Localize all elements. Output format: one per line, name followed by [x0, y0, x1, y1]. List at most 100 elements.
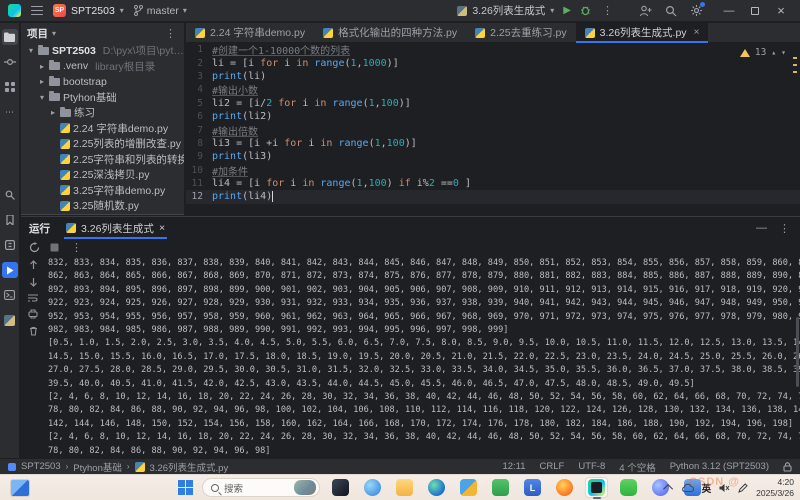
tree-item[interactable]: 3.25随机数.py: [21, 198, 184, 214]
soft-wrap-icon[interactable]: [28, 294, 38, 302]
code-line[interactable]: 3print(li): [186, 70, 800, 83]
project-panel-options-icon[interactable]: ⋮: [163, 27, 178, 40]
minimize-button[interactable]: —: [716, 0, 742, 22]
search-daily-image[interactable]: [294, 480, 316, 495]
hidden-icons-chevron[interactable]: [666, 484, 673, 491]
tree-item[interactable]: ▸bootstrap: [21, 74, 184, 90]
explorer-taskbar-button[interactable]: [393, 477, 416, 498]
pen-icon[interactable]: [738, 483, 748, 493]
tree-item[interactable]: ▾Ptyhon基础: [21, 90, 184, 106]
code-line[interactable]: 1#创建一个1-10000个数的列表: [186, 43, 800, 56]
indent-style[interactable]: 4 个空格: [619, 460, 655, 474]
tree-item[interactable]: 2.25列表的增删改查.py: [21, 136, 184, 152]
tree-item[interactable]: 3.26列表生成式.py: [21, 214, 184, 216]
editor-tab[interactable]: 2.25去重练习.py: [466, 23, 575, 42]
code-line[interactable]: 10#加条件: [186, 164, 800, 177]
code-line[interactable]: 7#输出倍数: [186, 123, 800, 136]
settings-button[interactable]: [690, 4, 703, 17]
firefox-taskbar-button[interactable]: [553, 477, 576, 498]
code-line[interactable]: 4#输出小数: [186, 83, 800, 96]
run-tool-icon[interactable]: [2, 262, 18, 278]
line-separator[interactable]: CRLF: [540, 461, 565, 472]
editor-tab[interactable]: 2.24 字符串demo.py: [186, 23, 314, 42]
search-icon[interactable]: [665, 5, 677, 17]
tree-item[interactable]: ▾SPT2503D:\pyx\项目\python\myflask…: [21, 43, 184, 59]
branch-selector[interactable]: master ▾: [134, 5, 187, 17]
python-interpreter[interactable]: Python 3.12 (SPT2503): [670, 461, 769, 472]
code-line[interactable]: 9print(li3): [186, 150, 800, 163]
close-icon[interactable]: ×: [159, 222, 165, 234]
start-button[interactable]: [178, 480, 193, 495]
run-panel-options-icon[interactable]: ⋮: [777, 222, 792, 235]
clear-all-icon[interactable]: [29, 326, 38, 336]
code-line[interactable]: 2li = [i for i in range(1,1000)]: [186, 56, 800, 69]
project-panel-title[interactable]: 项目: [27, 26, 48, 41]
print-icon[interactable]: [28, 309, 38, 319]
pycharm-taskbar-button[interactable]: [585, 477, 608, 498]
mail-taskbar-button[interactable]: [489, 477, 512, 498]
editor-tab[interactable]: 3.26列表生成式.py×: [576, 23, 709, 42]
main-menu-icon[interactable]: [31, 6, 43, 15]
terminal-tool-icon[interactable]: [2, 287, 18, 303]
breadcrumb-item[interactable]: 3.26列表生成式.py: [150, 460, 229, 474]
commit-tool-icon[interactable]: [2, 54, 18, 70]
run-configuration-selector[interactable]: 3.26列表生成式 ▾: [457, 3, 554, 18]
more-tool-windows-icon[interactable]: ⋯: [2, 104, 18, 120]
python-console-tool-icon[interactable]: [2, 312, 18, 328]
run-panel-title[interactable]: 运行: [29, 221, 50, 236]
tree-item[interactable]: ▸.venvlibrary根目录: [21, 59, 184, 75]
rerun-icon[interactable]: [29, 242, 40, 253]
clockapp-taskbar-button[interactable]: L: [521, 477, 544, 498]
stop-icon[interactable]: [50, 243, 59, 252]
services-tool-icon[interactable]: [2, 237, 18, 253]
code-editor[interactable]: 13 ▴ ▾ 1#创建一个1-10000个数的列表2li = [i for i …: [186, 43, 800, 215]
hide-panel-icon[interactable]: —: [756, 222, 767, 235]
file-encoding[interactable]: UTF-8: [578, 461, 605, 472]
wechat-taskbar-button[interactable]: [617, 477, 640, 498]
tree-item[interactable]: ▸练习: [21, 105, 184, 121]
project-selector[interactable]: SP SPT2503 ▾: [53, 4, 124, 17]
caret-position[interactable]: 12:11: [502, 461, 525, 472]
edge-taskbar-button[interactable]: [425, 477, 448, 498]
close-icon[interactable]: ×: [694, 27, 700, 38]
taskbar-clock[interactable]: 4:20 2025/3/26: [756, 477, 794, 498]
code-line[interactable]: 12print(li4): [186, 190, 800, 203]
copilot-icon: [364, 479, 381, 496]
run-tab[interactable]: 3.26列表生成式 ×: [64, 217, 167, 239]
more-actions-icon[interactable]: ⋮: [69, 241, 84, 254]
store-taskbar-button[interactable]: [457, 477, 480, 498]
copilot-taskbar-button[interactable]: [361, 477, 384, 498]
widgets-button[interactable]: [10, 479, 30, 497]
breadcrumb-item[interactable]: SPT2503: [21, 461, 61, 472]
bookmarks-tool-icon[interactable]: [2, 212, 18, 228]
tree-item[interactable]: 2.25字符串和列表的转换.py: [21, 152, 184, 168]
code-line[interactable]: 6print(li2): [186, 110, 800, 123]
code-line[interactable]: 8li3 = [i +i for i in range(1,100)]: [186, 137, 800, 150]
close-button[interactable]: ×: [768, 0, 794, 22]
find-tool-icon[interactable]: [2, 187, 18, 203]
project-tool-icon[interactable]: [2, 29, 18, 45]
breadcrumb-item[interactable]: Ptyhon基础: [73, 460, 122, 474]
tree-item[interactable]: 2.25深浅拷贝.py: [21, 167, 184, 183]
run-button[interactable]: ▶: [563, 5, 571, 16]
more-actions-icon[interactable]: ⋮: [600, 4, 615, 17]
tree-item[interactable]: 3.25字符串demo.py: [21, 183, 184, 199]
debug-button[interactable]: [580, 5, 591, 16]
taskview-taskbar-button[interactable]: [329, 477, 352, 498]
taskbar-search[interactable]: 搜索: [202, 478, 320, 497]
console-scrollbar[interactable]: [796, 317, 799, 387]
breadcrumb-separator-icon: ›: [127, 462, 130, 471]
code-line[interactable]: 5li2 = [i/2 for i in range(1,100)]: [186, 97, 800, 110]
code-line[interactable]: 11li4 = [i for i in range(1,100) if i%2 …: [186, 177, 800, 190]
input-method-indicator[interactable]: 英: [702, 481, 712, 495]
scroll-up-icon[interactable]: [29, 260, 38, 270]
volume-icon[interactable]: [719, 483, 730, 493]
scroll-down-icon[interactable]: [29, 277, 38, 287]
code-with-me-icon[interactable]: [639, 5, 652, 17]
tree-item[interactable]: 2.24 字符串demo.py: [21, 121, 184, 137]
editor-tab[interactable]: 格式化输出的四种方法.py: [314, 23, 466, 42]
lock-icon[interactable]: [783, 462, 792, 472]
structure-tool-icon[interactable]: [2, 79, 18, 95]
cloud-icon[interactable]: [681, 483, 694, 492]
maximize-button[interactable]: [742, 0, 768, 22]
